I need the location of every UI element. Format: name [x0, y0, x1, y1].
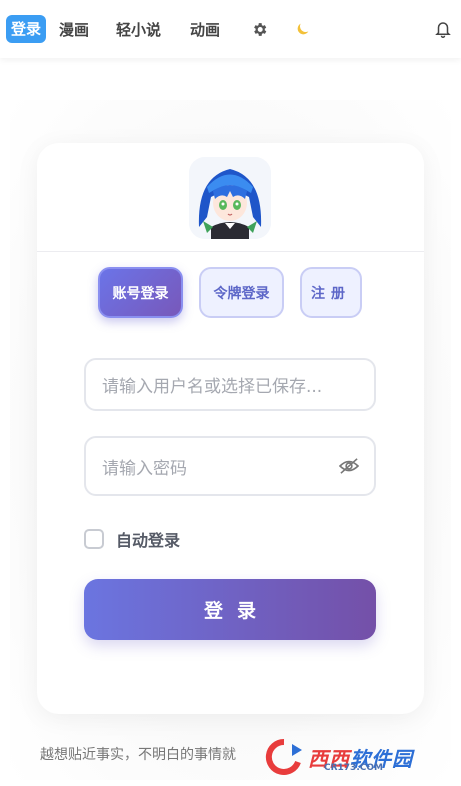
- auto-login-checkbox[interactable]: [84, 529, 104, 549]
- bell-icon[interactable]: [434, 19, 452, 39]
- username-placeholder: 请输入用户名或选择已保存...: [102, 377, 323, 397]
- nav-item-light-novel[interactable]: 轻小说: [116, 19, 161, 40]
- login-mode-tabs: 账号登录 令牌登录 注册: [98, 267, 362, 318]
- tab-token-login[interactable]: 令牌登录: [199, 267, 284, 318]
- eye-off-icon[interactable]: [338, 457, 360, 475]
- username-input[interactable]: 请输入用户名或选择已保存...: [84, 358, 376, 411]
- login-button[interactable]: 登录: [84, 579, 376, 640]
- watermark: 西西软件园 CR173.COM: [262, 738, 444, 776]
- moon-icon[interactable]: [294, 20, 312, 38]
- avatar: [189, 157, 271, 239]
- nav-login-tab[interactable]: 登录: [6, 15, 47, 43]
- nav-item-manga[interactable]: 漫画: [59, 19, 89, 40]
- login-page: 登录 漫画 轻小说 动画 账号登录 令牌登录 注册 请输入用户名或选择已保存..…: [0, 0, 461, 786]
- login-card: 账号登录 令牌登录 注册 请输入用户名或选择已保存... 请输入密码 自动登录 …: [37, 143, 424, 714]
- card-divider: [37, 251, 424, 252]
- tab-account-login[interactable]: 账号登录: [98, 267, 183, 318]
- footer-quote: 越想贴近事实，不明白的事情就: [40, 747, 236, 763]
- top-navigation: 登录 漫画 轻小说 动画: [0, 0, 461, 58]
- auto-login-label: 自动登录: [116, 531, 181, 550]
- watermark-subtext: CR173.COM: [324, 763, 383, 773]
- watermark-logo-icon: [265, 738, 302, 775]
- auto-login-option[interactable]: 自动登录: [84, 527, 180, 551]
- gear-icon[interactable]: [250, 20, 268, 38]
- tab-register[interactable]: 注册: [300, 267, 362, 318]
- nav-item-anime[interactable]: 动画: [190, 19, 220, 40]
- password-placeholder: 请输入密码: [102, 458, 187, 479]
- password-input[interactable]: 请输入密码: [84, 436, 376, 496]
